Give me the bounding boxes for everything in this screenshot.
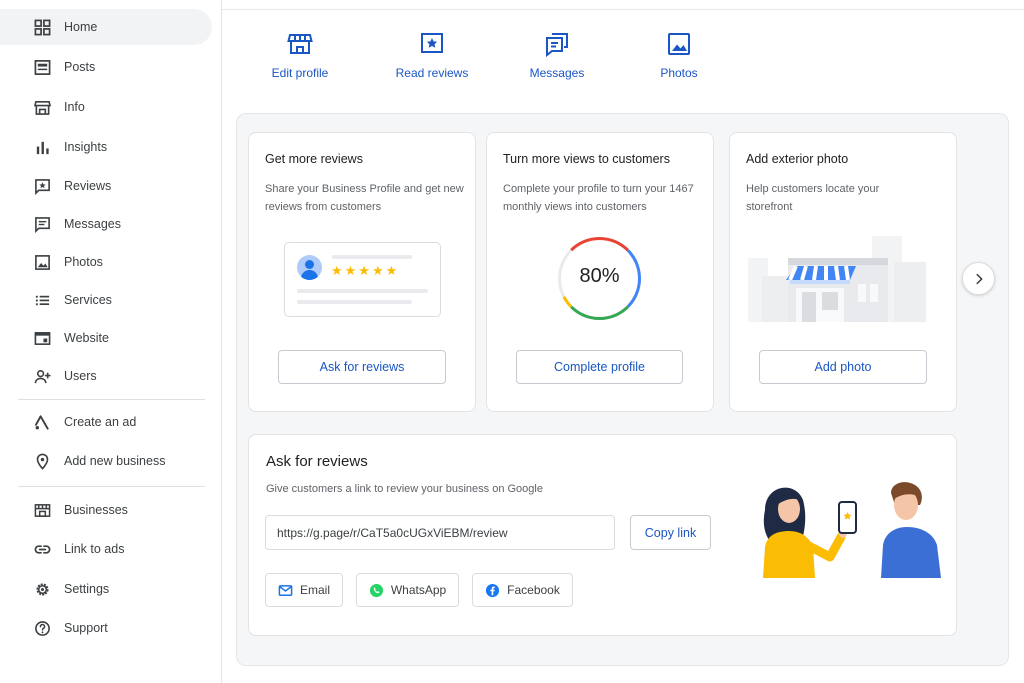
photo-icon [668,33,690,55]
whatsapp-icon [369,583,383,597]
sidebar-item-create-ad[interactable]: Create an ad [0,404,212,440]
help-icon [34,620,51,637]
messages-button[interactable]: Messages [507,30,607,80]
read-reviews-label: Read reviews [395,66,469,80]
star-box-icon [421,33,443,53]
card-description: Share your Business Profile and get new … [265,183,464,213]
sidebar-divider [18,399,205,400]
sidebar-item-website[interactable]: Website [0,320,212,356]
sidebar-item-label: Photos [64,255,103,269]
sidebar-item-label: Info [64,100,85,114]
whatsapp-share-button[interactable]: WhatsApp [356,573,459,607]
edit-profile-button[interactable]: Edit profile [250,30,350,80]
website-icon [34,330,51,347]
sidebar-item-label: Reviews [64,179,112,193]
businesses-icon [34,502,51,519]
add-user-icon [34,368,51,385]
sidebar-item-label: Add new business [64,454,166,468]
sidebar-item-services[interactable]: Services [0,282,212,318]
sidebar-item-label: Businesses [64,503,128,517]
message-icon [34,216,51,233]
sidebar-item-messages[interactable]: Messages [0,206,212,242]
sidebar-item-label: Link to ads [64,542,125,556]
people-illustration [763,482,941,578]
review-link-field[interactable]: https://g.page/r/CaT5a0cUGxViEBM/review [265,515,615,550]
location-pin-icon [34,453,51,470]
photo-icon [34,254,51,271]
card-title: Get more reviews [265,152,363,166]
card-description: Complete your profile to turn your 1467 … [503,183,694,213]
review-link-text: https://g.page/r/CaT5a0cUGxViEBM/review [277,525,508,540]
dashboard-icon [34,19,51,36]
copy-link-button[interactable]: Copy link [630,515,711,550]
storefront-icon [34,99,51,116]
sidebar-item-photos[interactable]: Photos [0,244,212,280]
top-divider [222,9,1024,10]
sidebar-item-label: Services [64,293,112,307]
email-share-label: Email [299,583,330,597]
sidebar-item-link-ads[interactable]: Link to ads [0,531,212,567]
sidebar-item-label: Insights [64,140,108,154]
sidebar-item-reviews[interactable]: Reviews [0,168,212,204]
progress-ring-segment [570,237,629,252]
sidebar-item-label: Support [64,621,108,635]
sidebar-item-home[interactable]: Home [0,9,212,45]
sidebar-item-info[interactable]: Info [0,89,212,125]
complete-profile-button[interactable]: Complete profile [516,350,683,384]
list-icon [34,292,51,309]
sidebar-item-posts[interactable]: Posts [0,49,212,85]
photos-label: Photos [660,66,698,80]
chevron-right-icon [975,273,983,284]
facebook-icon [486,583,500,597]
facebook-share-button[interactable]: Facebook [472,573,573,607]
reviews-icon [34,178,51,195]
sidebar-item-support[interactable]: Support [0,610,212,646]
sidebar-item-users[interactable]: Users [0,358,212,394]
email-icon [278,584,293,596]
sidebar-item-settings[interactable]: Settings [0,571,212,607]
gear-icon [34,581,51,598]
card-description: Help customers locate your storefront [746,183,880,213]
sidebar-item-label: Home [64,20,98,34]
storefront-illustration [748,236,926,322]
sidebar-item-label: Messages [64,217,121,231]
card-title: Turn more views to customers [503,152,670,166]
progress-ring-segment [562,295,573,308]
ask-reviews-title: Ask for reviews [266,453,368,470]
review-illustration: ★★★★★ [284,242,441,317]
ask-for-reviews-button[interactable]: Ask for reviews [278,350,446,384]
email-share-button[interactable]: Email [265,573,343,607]
link-icon [34,541,51,558]
progress-ring-segment [570,305,629,320]
sidebar-item-insights[interactable]: Insights [0,129,212,165]
sidebar-item-label: Create an ad [64,415,137,429]
sidebar-item-label: Website [64,331,109,345]
posts-icon [34,59,51,76]
star-rating: ★★★★★ [331,263,400,278]
read-reviews-button[interactable]: Read reviews [382,30,482,80]
messages-label: Messages [529,66,585,80]
edit-profile-label: Edit profile [271,66,329,80]
sidebar-item-label: Users [64,369,97,383]
next-cards-button[interactable] [962,262,995,295]
storefront-icon [287,34,313,54]
ask-reviews-description: Give customers a link to review your bus… [266,483,543,495]
sidebar-item-businesses[interactable]: Businesses [0,492,212,528]
sidebar-item-add-business[interactable]: Add new business [0,443,212,479]
progress-percentage: 80% [579,265,620,287]
sidebar-divider [18,486,205,487]
photos-button[interactable]: Photos [629,30,729,80]
whatsapp-share-label: WhatsApp [390,583,447,597]
avatar [297,255,322,280]
sidebar-item-label: Settings [64,582,110,596]
bar-chart-icon [34,139,51,156]
sidebar: Home Posts Info Insights Reviews Message… [0,0,222,683]
add-photo-button[interactable]: Add photo [759,350,927,384]
facebook-share-label: Facebook [507,583,560,597]
ads-icon [34,414,51,431]
card-title: Add exterior photo [746,152,849,166]
messages-icon [546,33,568,58]
sidebar-item-label: Posts [64,60,96,74]
